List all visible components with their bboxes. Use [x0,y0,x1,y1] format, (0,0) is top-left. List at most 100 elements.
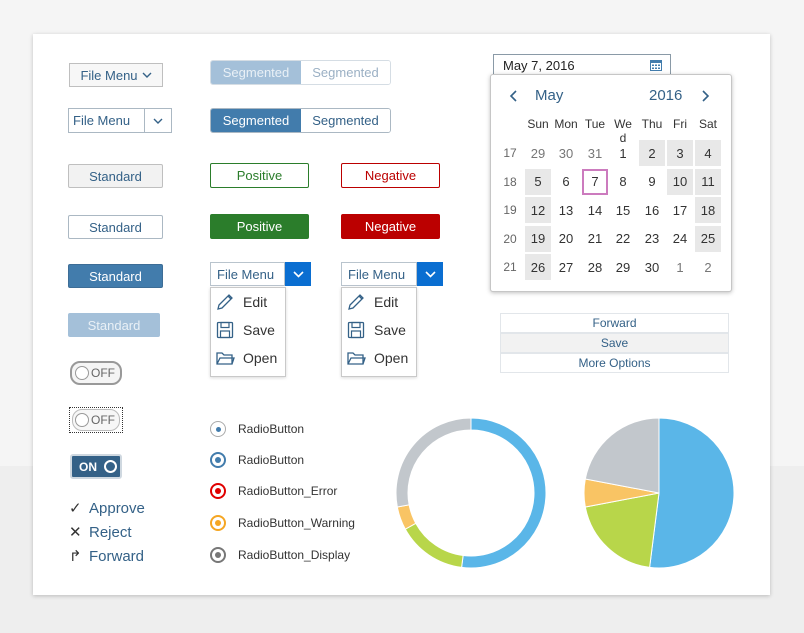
standard-gray-button[interactable]: Standard [68,164,163,188]
radio-selected[interactable]: RadioButton [210,452,304,468]
positive-filled-button[interactable]: Positive [210,214,309,239]
calendar-day[interactable]: 1 [667,254,693,280]
file-menu-dropdown-label[interactable]: File Menu [341,262,417,286]
standard-white-button[interactable]: Standard [68,215,163,239]
calendar-day[interactable]: 1 [610,140,636,166]
calendar-year[interactable]: 2016 [649,87,682,104]
weekday-label: Sun [527,117,549,131]
switch-on-label: ON [79,459,97,474]
segment-2[interactable]: Segmented [301,61,390,84]
calendar-day[interactable]: 12 [525,197,551,223]
calendar-month[interactable]: May [535,87,563,104]
forward-list-button[interactable]: Forward [500,313,729,333]
negative-outline-button[interactable]: Negative [341,163,440,188]
menu-item-edit[interactable]: Edit [342,288,416,316]
calendar-day[interactable]: 25 [695,225,721,252]
calendar-day[interactable]: 2 [695,254,721,280]
calendar-day[interactable]: 24 [667,226,693,252]
calendar-day[interactable]: 13 [553,197,579,223]
calendar-icon[interactable] [650,59,662,71]
action-reject[interactable]: ✕ Reject [69,523,132,542]
calendar-day[interactable]: 4 [695,140,721,166]
folder-icon [347,352,366,365]
radio-warning[interactable]: RadioButton_Warning [210,515,355,531]
calendar-day[interactable]: 3 [667,140,693,166]
calendar-day[interactable]: 10 [667,168,693,195]
calendar-day[interactable]: 29 [610,254,636,280]
segment-2[interactable]: Segmented [301,109,390,132]
chart-slice[interactable] [395,417,472,508]
menu-item-save[interactable]: Save [211,316,285,344]
dropdown-arrow[interactable] [285,262,311,286]
more-options-list-button[interactable]: More Options [500,353,729,373]
chevron-right-icon[interactable] [702,90,710,102]
file-menu-button[interactable]: File Menu [69,63,163,87]
calendar-day[interactable]: 23 [639,226,665,252]
calendar-day[interactable]: 9 [639,169,665,195]
calendar-day[interactable]: 27 [553,254,579,280]
donut-chart [395,417,547,569]
calendar-day[interactable]: 7 [582,168,608,195]
positive-outline-button[interactable]: Positive [210,163,309,188]
file-menu-split-label[interactable]: File Menu [69,109,144,132]
radio-circle[interactable] [210,515,226,531]
action-forward[interactable]: ↱ Forward [69,547,144,566]
calendar-day[interactable]: 15 [610,197,636,223]
cross-icon: ✕ [69,524,82,541]
menu-item-label: Save [243,322,275,338]
calendar-day[interactable]: 30 [639,254,665,280]
calendar-day[interactable]: 21 [582,226,608,252]
calendar-day[interactable]: 26 [525,254,551,280]
calendar-day[interactable]: 14 [582,197,608,223]
segment-1[interactable]: Segmented [211,109,301,132]
negative-filled-button[interactable]: Negative [341,214,440,239]
segmented-button-dim[interactable]: Segmented Segmented [210,60,391,85]
chart-slice[interactable] [404,522,464,568]
chart-slice[interactable] [461,417,547,569]
switch-off[interactable]: OFF [70,361,122,385]
file-menu-split-arrow[interactable] [144,109,171,132]
calendar-day[interactable]: 6 [553,169,579,195]
calendar-day[interactable]: 29 [525,140,551,166]
action-approve[interactable]: ✓ Approve [69,499,145,518]
standard-emphasized-button[interactable]: Standard [68,264,163,288]
menu-item-open[interactable]: Open [211,344,285,372]
calendar-day[interactable]: 18 [695,197,721,223]
file-menu-dropdown-label[interactable]: File Menu [210,262,285,286]
menu-item-edit[interactable]: Edit [211,288,285,316]
dropdown-arrow[interactable] [417,262,443,286]
switch-off-focused[interactable]: OFF [72,409,120,431]
folder-icon [216,352,235,365]
radio-error[interactable]: RadioButton_Error [210,483,337,499]
menu-item-open[interactable]: Open [342,344,416,372]
calendar-day[interactable]: 17 [667,197,693,223]
calendar-day[interactable]: 16 [639,197,665,223]
calendar-day[interactable]: 28 [582,254,608,280]
save-list-button[interactable]: Save [500,333,729,353]
radio-circle[interactable] [210,421,226,437]
file-menu-dropdown-2[interactable]: File Menu [341,262,443,286]
calendar-day[interactable]: 8 [610,169,636,195]
date-input[interactable]: May 7, 2016 [493,54,671,75]
calendar-day[interactable]: 19 [525,225,551,252]
file-menu-split-button[interactable]: File Menu [68,108,172,133]
segment-1[interactable]: Segmented [211,61,301,84]
calendar-day[interactable]: 30 [553,140,579,166]
showcase-card: File Menu File Menu Standard Standard St… [33,34,770,595]
radio-circle[interactable] [210,452,226,468]
segmented-button[interactable]: Segmented Segmented [210,108,391,133]
switch-on[interactable]: ON [70,454,122,479]
calendar-day[interactable]: 31 [582,140,608,166]
calendar-day[interactable]: 2 [639,140,665,166]
radio-circle[interactable] [210,483,226,499]
calendar-day[interactable]: 11 [695,168,721,195]
radio-normal[interactable]: RadioButton [210,421,304,437]
checkmark-icon: ✓ [69,500,82,517]
file-menu-dropdown-1[interactable]: File Menu [210,262,311,286]
chart-slice[interactable] [649,417,735,569]
calendar-day[interactable]: 20 [553,226,579,252]
calendar-day[interactable]: 5 [525,168,551,195]
calendar-day[interactable]: 22 [610,226,636,252]
menu-item-save[interactable]: Save [342,316,416,344]
chevron-left-icon[interactable] [509,90,517,102]
